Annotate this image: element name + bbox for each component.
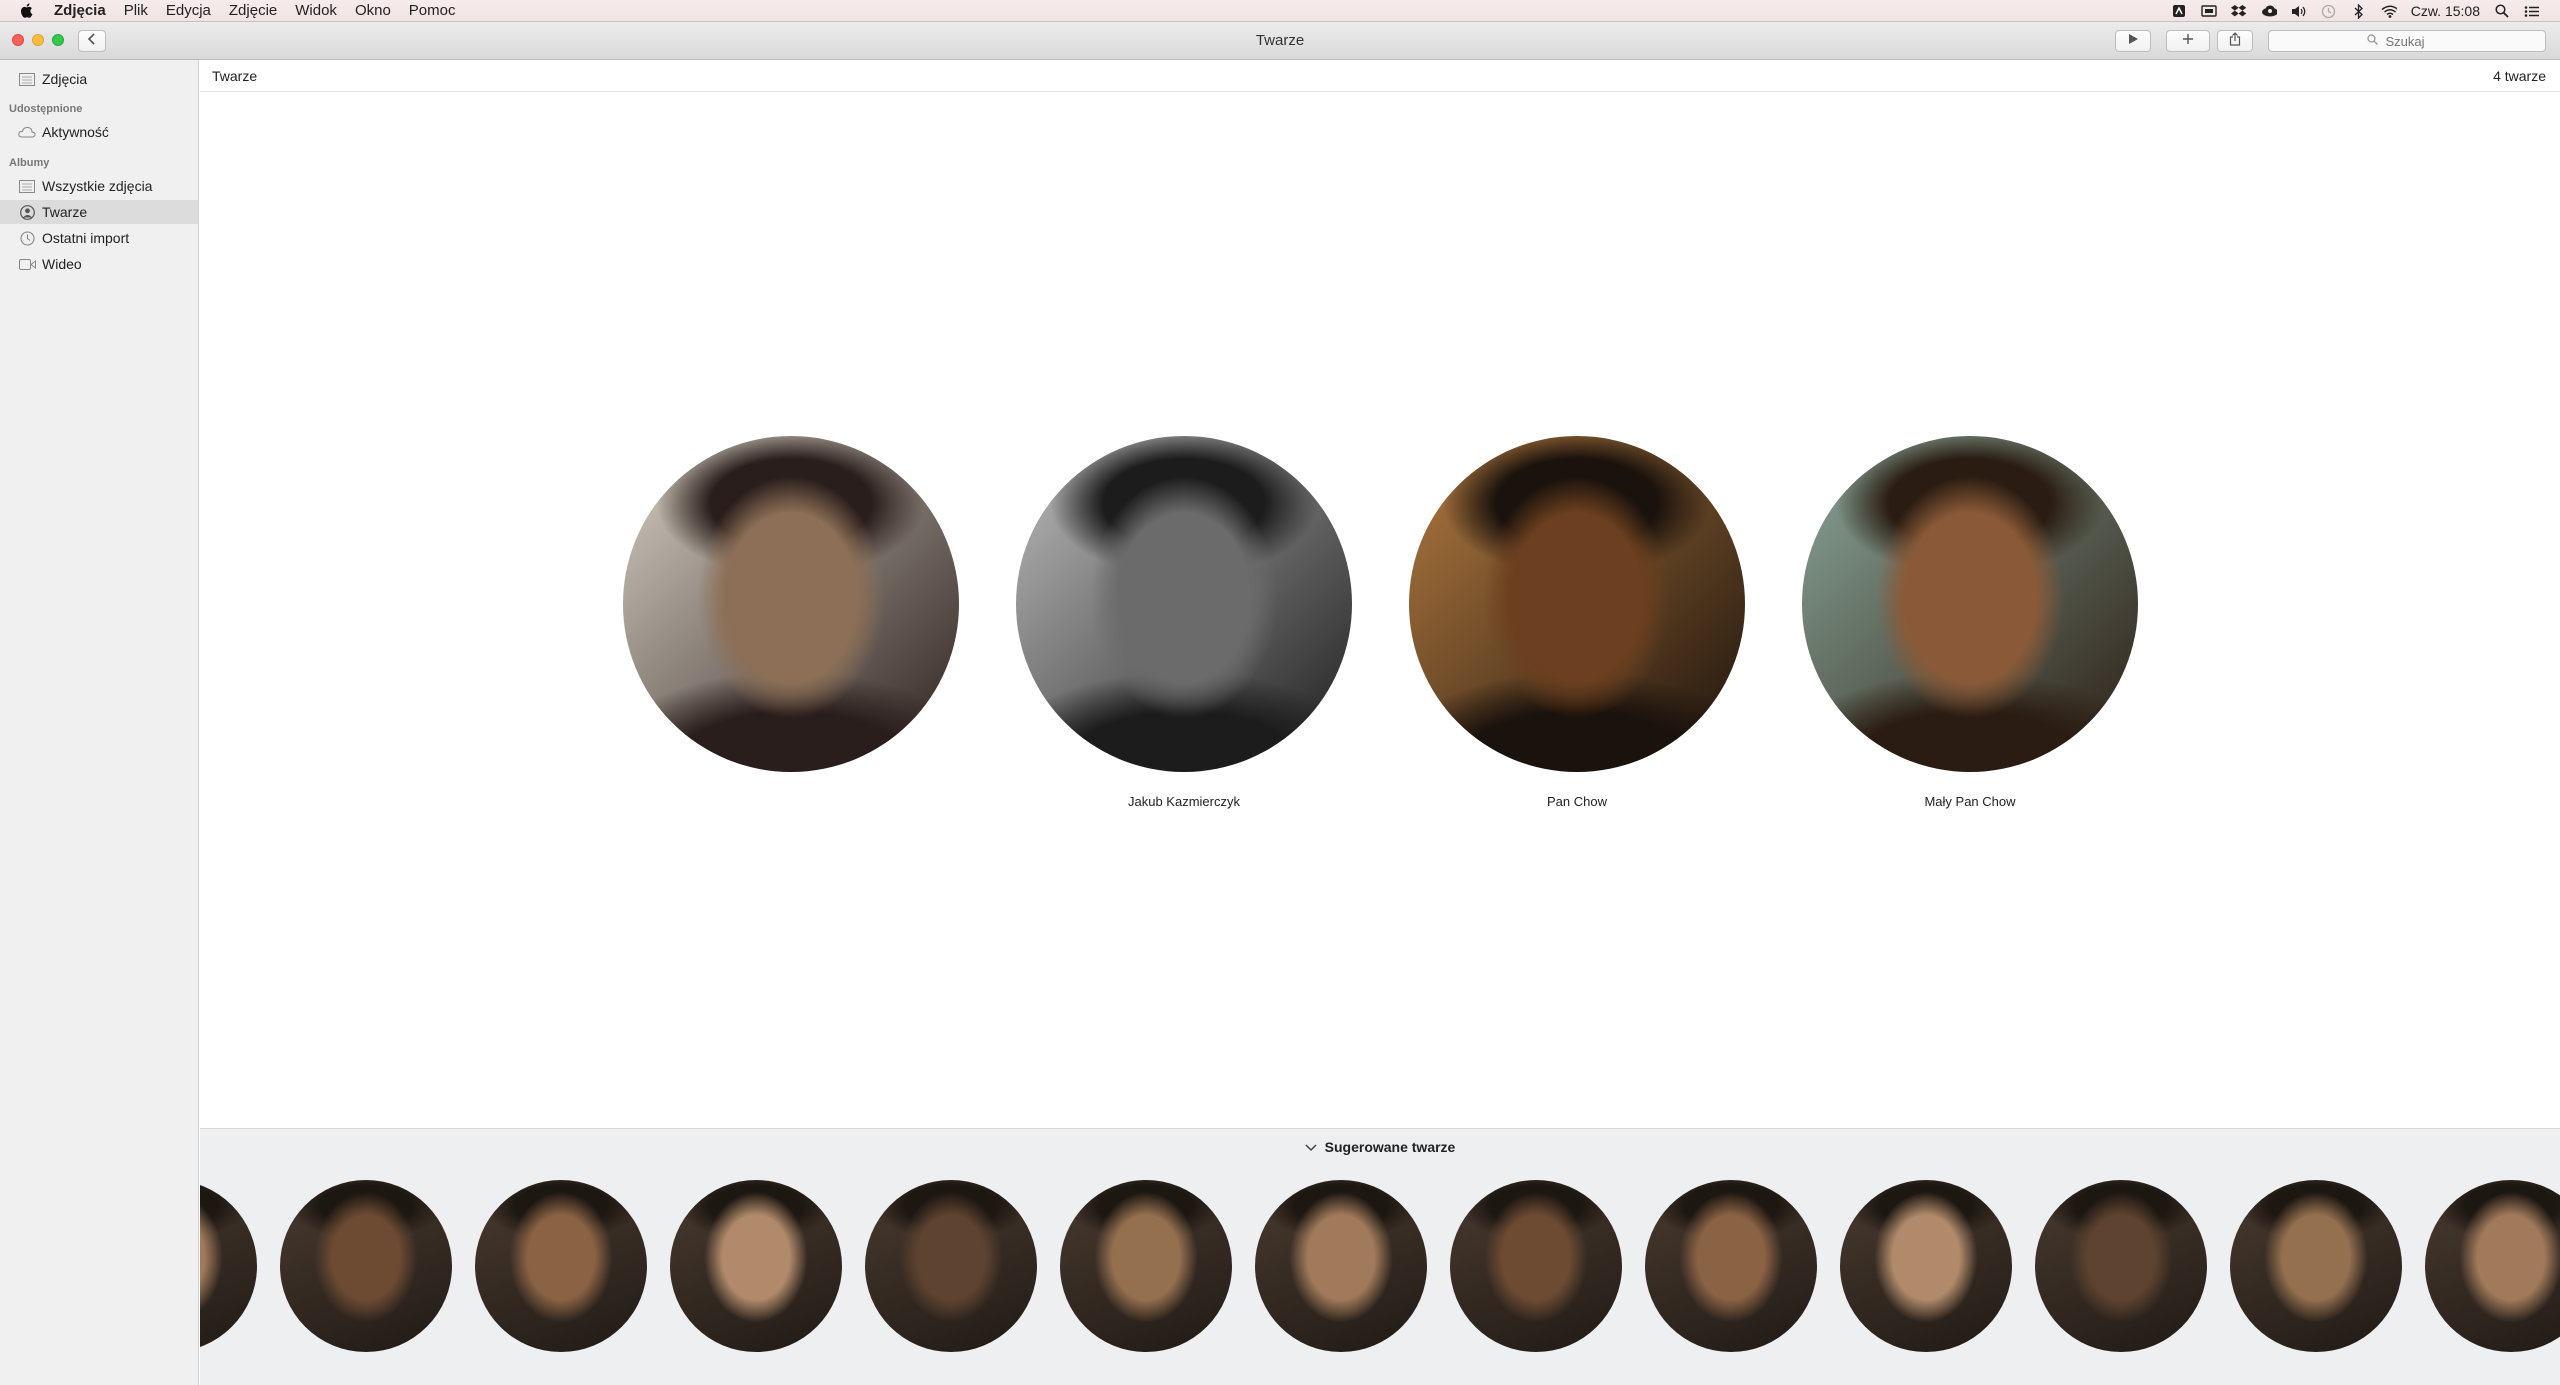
sidebar-item-label: Twarze (42, 204, 88, 220)
face-name[interactable]: Mały Pan Chow (1801, 794, 2139, 810)
menu-zdjecie[interactable]: Zdjęcie (229, 2, 277, 19)
suggested-face-thumbnail[interactable] (200, 1180, 257, 1352)
face-thumbnail[interactable] (1016, 436, 1352, 772)
sidebar-item-label: Zdjęcia (42, 71, 88, 87)
cloud-icon[interactable] (2261, 4, 2277, 18)
screen-icon[interactable] (2201, 4, 2217, 18)
sidebar-item-label: Aktywność (42, 124, 109, 140)
spotlight-icon[interactable] (2494, 4, 2510, 18)
notification-list-icon[interactable] (2524, 4, 2540, 18)
suggested-face-thumbnail[interactable] (1060, 1180, 1232, 1352)
bluetooth-icon[interactable] (2351, 3, 2367, 19)
time-machine-icon[interactable] (2321, 4, 2337, 18)
sidebar-header-shared: Udostępnione (9, 103, 83, 115)
dropbox-icon[interactable] (2230, 4, 2247, 18)
face-icon (18, 204, 36, 220)
suggested-face-thumbnail[interactable] (280, 1180, 452, 1352)
sidebar-item-label: Wideo (42, 256, 82, 272)
suggested-faces-title: Sugerowane twarze (1324, 1139, 1456, 1155)
suggested-face-thumbnail[interactable] (1255, 1180, 1427, 1352)
chevron-down-icon (1305, 1139, 1317, 1155)
face-card[interactable]: Jakub Kazmierczyk (1015, 436, 1353, 810)
menu-okno[interactable]: Okno (355, 2, 391, 19)
share-button[interactable] (2217, 30, 2253, 52)
sidebar-item-aktywnosc[interactable]: Aktywność (0, 120, 198, 144)
suggested-faces-panel: Sugerowane twarze (200, 1128, 2560, 1385)
album-icon (18, 178, 36, 194)
suggested-face-thumbnail[interactable] (2230, 1180, 2402, 1352)
menu-pomoc[interactable]: Pomoc (409, 2, 456, 19)
clock[interactable]: Czw. 15:08 (2411, 3, 2480, 19)
sidebar-item-ostatni-import[interactable]: Ostatni import (0, 226, 198, 250)
sidebar-item-label: Wszystkie zdjęcia (42, 178, 153, 194)
suggested-face-thumbnail[interactable] (1450, 1180, 1622, 1352)
sidebar-item-zdjecia[interactable]: Zdjęcia (0, 67, 198, 91)
plus-icon (2182, 32, 2194, 50)
slideshow-button[interactable] (2115, 30, 2151, 52)
share-icon (2229, 31, 2241, 51)
search-input[interactable] (2383, 32, 2448, 50)
suggested-face-thumbnail[interactable] (670, 1180, 842, 1352)
page-title: Twarze (212, 68, 258, 84)
clock-icon (18, 230, 36, 246)
app-menu[interactable]: Zdjęcia (54, 2, 106, 19)
apple-menu-icon[interactable] (20, 3, 38, 18)
face-name[interactable] (622, 794, 960, 810)
suggested-face-thumbnail[interactable] (2035, 1180, 2207, 1352)
volume-icon[interactable] (2291, 4, 2307, 18)
wifi-icon[interactable] (2381, 4, 2397, 18)
search-field[interactable] (2268, 30, 2546, 52)
sidebar: Zdjęcia Udostępnione Aktywność Albumy Ws… (0, 60, 199, 1385)
sidebar-item-wszystkie-zdjecia[interactable]: Wszystkie zdjęcia (0, 174, 198, 198)
menu-edycja[interactable]: Edycja (166, 2, 211, 19)
cloud-icon (18, 124, 36, 140)
menu-bar: Zdjęcia Plik Edycja Zdjęcie Widok Okno P… (0, 0, 2560, 22)
face-thumbnail[interactable] (1409, 436, 1745, 772)
face-name[interactable]: Pan Chow (1408, 794, 1746, 810)
face-card[interactable] (622, 436, 960, 810)
suggested-faces-toggle[interactable]: Sugerowane twarze (200, 1139, 2560, 1155)
video-icon (18, 256, 36, 272)
menu-plik[interactable]: Plik (124, 2, 148, 19)
suggested-face-thumbnail[interactable] (1645, 1180, 1817, 1352)
face-name[interactable]: Jakub Kazmierczyk (1015, 794, 1353, 810)
play-icon (2127, 32, 2139, 50)
face-thumbnail[interactable] (623, 436, 959, 772)
suggested-face-thumbnail[interactable] (865, 1180, 1037, 1352)
menu-widok[interactable]: Widok (295, 2, 337, 19)
sidebar-item-twarze[interactable]: Twarze (0, 200, 198, 224)
window-toolbar: Twarze (0, 22, 2560, 60)
menu-app-icon[interactable] (2171, 4, 2187, 18)
face-card[interactable]: Pan Chow (1408, 436, 1746, 810)
photos-icon (18, 71, 36, 87)
face-count: 4 twarze (2493, 68, 2546, 84)
face-card[interactable]: Mały Pan Chow (1801, 436, 2139, 810)
suggested-face-thumbnail[interactable] (2425, 1180, 2560, 1352)
face-thumbnail[interactable] (1802, 436, 2138, 772)
sidebar-item-wideo[interactable]: Wideo (0, 252, 198, 276)
content-header: Twarze 4 twarze (200, 60, 2560, 92)
search-icon (2366, 32, 2378, 50)
suggested-face-thumbnail[interactable] (1840, 1180, 2012, 1352)
suggested-face-thumbnail[interactable] (475, 1180, 647, 1352)
add-button[interactable] (2166, 30, 2210, 52)
sidebar-item-label: Ostatni import (42, 230, 130, 246)
status-area: Czw. 15:08 (2171, 0, 2540, 22)
sidebar-header-albums: Albumy (9, 157, 50, 169)
